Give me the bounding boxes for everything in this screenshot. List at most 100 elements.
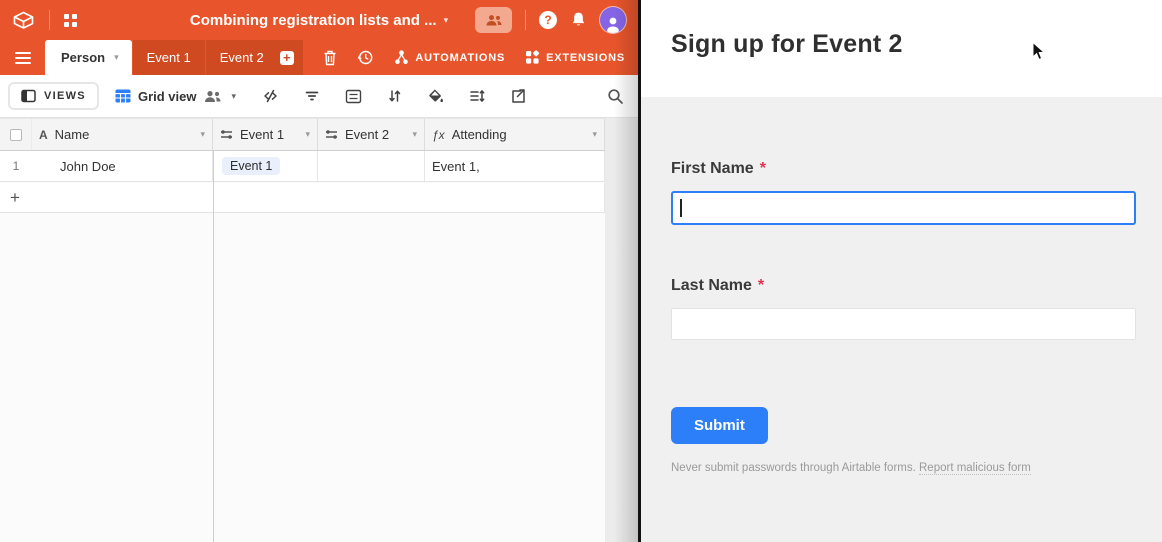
sidebar-toggle-icon	[21, 89, 36, 103]
chevron-down-icon: ▾	[444, 16, 449, 25]
share-button[interactable]	[475, 7, 512, 33]
plus-icon: +	[280, 51, 294, 65]
base-title-menu[interactable]: Combining registration lists and ... ▾	[190, 12, 448, 29]
add-table-button[interactable]: +	[278, 40, 303, 75]
column-header-attending[interactable]: ƒx Attending ▾	[425, 119, 605, 150]
trash-icon	[323, 50, 337, 66]
chevron-down-icon: ▾	[231, 92, 236, 101]
person-icon	[604, 16, 622, 33]
cell-name[interactable]: John Doe	[32, 151, 213, 181]
first-name-field-group: First Name *	[671, 160, 1136, 225]
tab-event-2-group: Event 2 +	[206, 40, 303, 75]
form-footer: Never submit passwords through Airtable …	[671, 462, 1136, 474]
select-tag: Event 1	[222, 157, 280, 175]
hide-fields-icon	[262, 88, 279, 104]
sort-icon	[387, 88, 402, 104]
collaborators-icon	[485, 14, 503, 27]
topbar-left-group	[12, 10, 77, 30]
search-icon	[607, 88, 624, 105]
select-all-checkbox[interactable]	[10, 129, 22, 141]
form-title: Sign up for Event 2	[671, 30, 1136, 59]
account-avatar[interactable]	[600, 7, 626, 33]
frozen-column-divider	[213, 118, 214, 542]
form-panel: Sign up for Event 2 First Name * Last Na…	[641, 0, 1162, 542]
tabbar-right-tools: AUTOMATIONS EXTENSIONS	[323, 40, 638, 75]
topbar-divider	[49, 10, 50, 30]
extensions-icon	[525, 50, 540, 65]
sidebar-menu-icon[interactable]	[0, 40, 45, 75]
last-name-input-wrap	[671, 308, 1136, 340]
footer-disclaimer: Never submit passwords through Airtable …	[671, 462, 916, 474]
text-caret	[680, 199, 682, 217]
row-height-icon	[469, 88, 485, 104]
sort-button[interactable]	[387, 88, 402, 104]
airtable-logo-icon[interactable]	[12, 11, 35, 30]
submit-button[interactable]: Submit	[671, 407, 768, 444]
tab-event-1[interactable]: Event 1	[133, 40, 205, 75]
view-toolbar: VIEWS Grid view ▾	[0, 75, 638, 118]
grid-view-icon	[115, 89, 131, 103]
tab-event-2[interactable]: Event 2	[206, 40, 278, 75]
text-field-icon: A	[39, 128, 48, 142]
required-asterisk: *	[760, 160, 766, 178]
last-name-label: Last Name *	[671, 277, 1136, 295]
row-height-button[interactable]	[469, 88, 485, 104]
multi-select-field-icon	[325, 129, 338, 140]
cell-event-1[interactable]: Event 1	[213, 151, 318, 181]
share-view-button[interactable]	[510, 88, 526, 104]
form-body: First Name * Last Name * Submit	[641, 97, 1162, 474]
paint-bucket-icon	[427, 88, 444, 104]
chevron-down-icon[interactable]: ▾	[592, 130, 597, 139]
column-header-name[interactable]: A Name ▾	[32, 119, 213, 150]
view-config-tools	[262, 88, 526, 104]
grid-view-switcher[interactable]: Grid view ▾	[115, 89, 236, 104]
cell-event-2[interactable]	[318, 151, 425, 181]
add-row-button[interactable]: +	[0, 183, 605, 213]
column-header-event-1[interactable]: Event 1 ▾	[213, 119, 318, 150]
column-header-event-2[interactable]: Event 2 ▾	[318, 119, 425, 150]
notifications-bell-icon[interactable]	[570, 11, 587, 29]
first-name-label: First Name *	[671, 160, 1136, 178]
chevron-down-icon[interactable]: ▾	[305, 130, 310, 139]
chevron-down-icon: ▾	[114, 53, 119, 62]
formula-field-icon: ƒx	[432, 128, 445, 142]
color-button[interactable]	[427, 88, 444, 104]
chevron-down-icon[interactable]: ▾	[412, 130, 417, 139]
base-panel: Combining registration lists and ... ▾ ?	[0, 0, 638, 542]
report-malicious-form-link[interactable]: Report malicious form	[919, 462, 1031, 475]
filter-button[interactable]	[304, 88, 320, 104]
first-name-input[interactable]	[671, 191, 1136, 225]
tab-person[interactable]: Person ▾	[45, 40, 132, 75]
required-asterisk: *	[758, 277, 764, 295]
select-all-cell	[0, 119, 32, 150]
last-name-field-group: Last Name *	[671, 277, 1136, 340]
views-button[interactable]: VIEWS	[8, 82, 99, 110]
automations-icon	[394, 50, 409, 65]
cell-attending[interactable]: Event 1,	[425, 151, 605, 181]
chevron-down-icon[interactable]: ▾	[200, 130, 205, 139]
airtable-app: Combining registration lists and ... ▾ ?	[0, 0, 1162, 542]
automations-button[interactable]: AUTOMATIONS	[394, 50, 505, 65]
apps-grid-icon[interactable]	[64, 14, 77, 27]
group-button[interactable]	[345, 89, 362, 104]
grid-empty-area	[605, 118, 638, 542]
form-header: Sign up for Event 2	[641, 0, 1162, 97]
topbar-divider	[525, 10, 526, 30]
table-row: 1 John Doe Event 1 Event 1,	[0, 151, 605, 182]
base-title: Combining registration lists and ...	[190, 12, 437, 29]
data-grid: A Name ▾ Event 1 ▾	[0, 118, 638, 542]
trash-button[interactable]	[323, 50, 337, 66]
history-button[interactable]	[357, 49, 374, 66]
help-icon[interactable]: ?	[539, 11, 557, 29]
last-name-input[interactable]	[671, 308, 1136, 340]
view-collaborators-icon	[203, 90, 222, 103]
first-name-input-wrap	[671, 191, 1136, 225]
hide-fields-button[interactable]	[262, 88, 279, 104]
topbar-right-group: ?	[475, 7, 626, 33]
top-bar: Combining registration lists and ... ▾ ?	[0, 0, 638, 40]
share-view-icon	[510, 88, 526, 104]
extensions-button[interactable]: EXTENSIONS	[525, 50, 625, 65]
row-number[interactable]: 1	[0, 151, 32, 181]
history-clock-icon	[357, 49, 374, 66]
search-button[interactable]	[607, 88, 624, 105]
